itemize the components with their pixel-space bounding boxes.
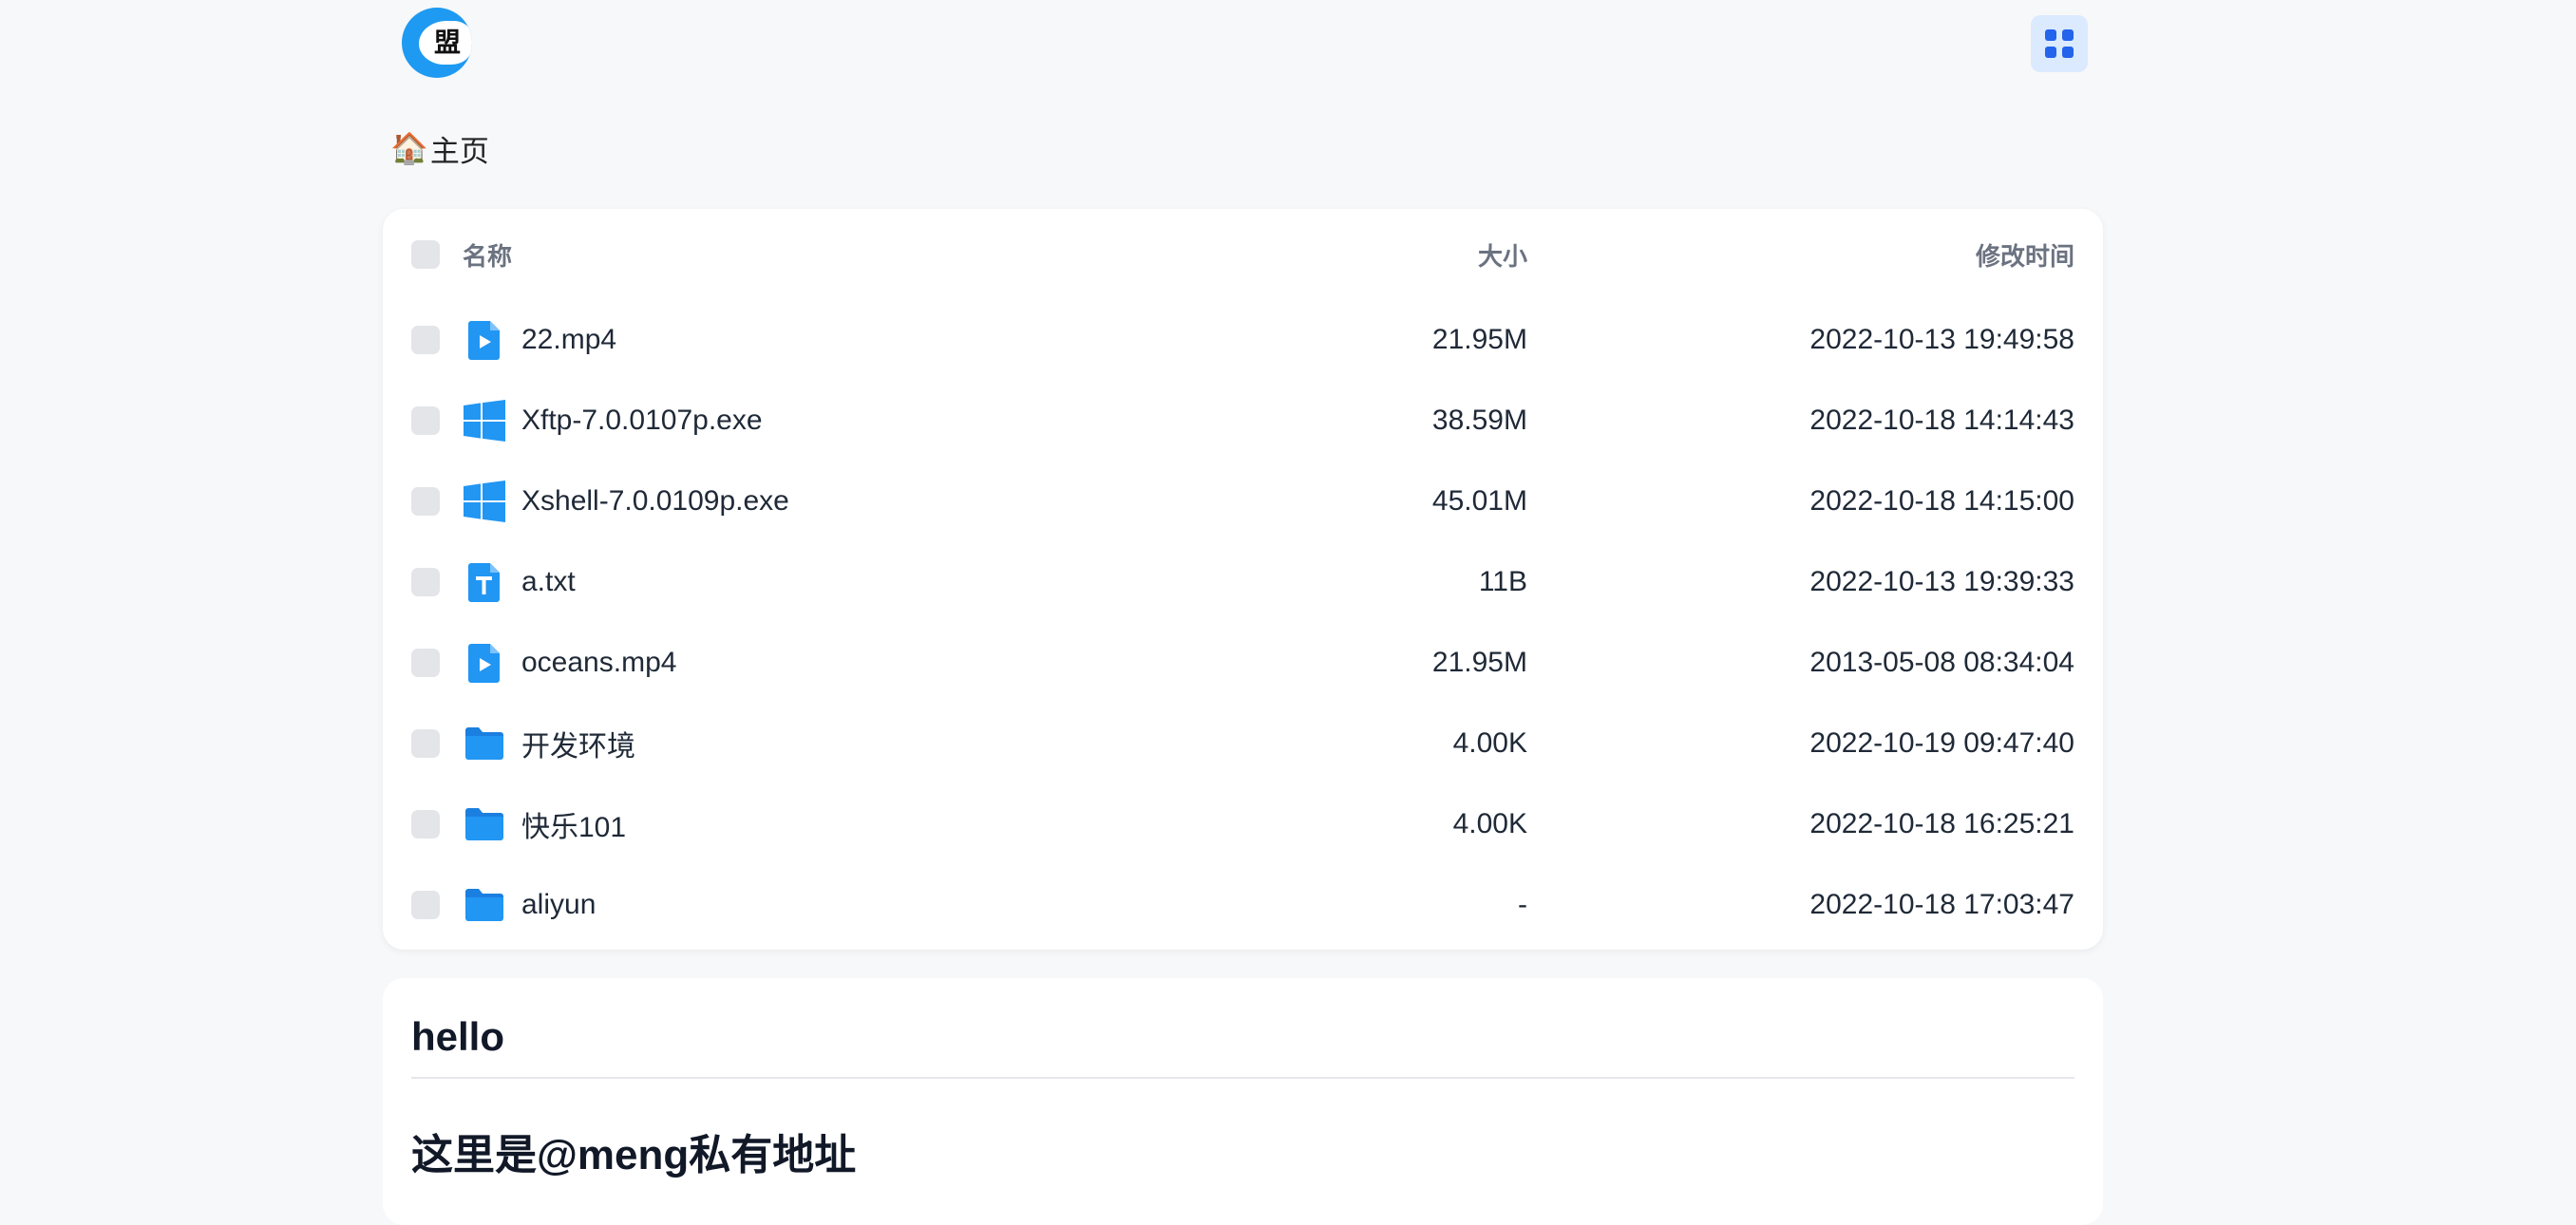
- readme-panel: hello 这里是@meng私有地址: [383, 978, 2103, 1225]
- file-name[interactable]: a.txt: [521, 566, 576, 598]
- file-name[interactable]: Xshell-7.0.0109p.exe: [521, 485, 789, 518]
- table-row[interactable]: aliyun - 2022-10-18 17:03:47: [383, 865, 2103, 945]
- header-size[interactable]: 大小: [1478, 237, 1527, 273]
- table-row[interactable]: Xshell-7.0.0109p.exe 45.01M 2022-10-18 14:…: [383, 462, 2103, 541]
- home-icon: 🏠: [390, 131, 428, 165]
- site-logo[interactable]: 盟: [402, 8, 472, 78]
- header-name[interactable]: 名称: [463, 237, 512, 273]
- file-size: 21.95M: [1431, 647, 1527, 678]
- readme-heading: hello: [411, 1014, 505, 1059]
- windows-exe-icon: [463, 480, 506, 523]
- file-modified: 2022-10-18 16:25:21: [1809, 808, 2074, 839]
- file-name[interactable]: 开发环境: [521, 723, 635, 764]
- file-name-cell[interactable]: 开发环境: [463, 722, 635, 765]
- row-checkbox[interactable]: [411, 568, 440, 596]
- table-row[interactable]: Xftp-7.0.0107p.exe 38.59M 2022-10-18 14:14…: [383, 381, 2103, 461]
- file-name-cell[interactable]: 22.mp4: [463, 318, 616, 362]
- file-modified: 2022-10-18 14:14:43: [1809, 405, 2074, 436]
- folder-icon: [463, 883, 506, 927]
- file-modified: 2022-10-18 17:03:47: [1809, 889, 2074, 920]
- table-row[interactable]: 快乐101 4.00K 2022-10-18 16:25:21: [383, 784, 2103, 864]
- row-checkbox[interactable]: [411, 649, 440, 677]
- header-modified[interactable]: 修改时间: [1976, 237, 2074, 273]
- table-row[interactable]: 22.mp4 21.95M 2022-10-13 19:49:58: [383, 300, 2103, 380]
- file-modified: 2013-05-08 08:34:04: [1809, 647, 2074, 678]
- table-row[interactable]: a.txt 11B 2022-10-13 19:39:33: [383, 542, 2103, 622]
- file-modified: 2022-10-13 19:39:33: [1809, 566, 2074, 597]
- file-name[interactable]: 快乐101: [521, 803, 626, 845]
- file-modified: 2022-10-13 19:49:58: [1809, 324, 2074, 355]
- text-file-icon: [463, 560, 506, 604]
- folder-icon: [463, 802, 506, 846]
- file-name[interactable]: oceans.mp4: [521, 647, 676, 679]
- row-checkbox[interactable]: [411, 487, 440, 516]
- select-all-checkbox[interactable]: [411, 240, 440, 269]
- table-row[interactable]: 开发环境 4.00K 2022-10-19 09:47:40: [383, 704, 2103, 783]
- file-name-cell[interactable]: a.txt: [463, 560, 576, 604]
- file-size: 45.01M: [1431, 485, 1527, 517]
- layout-toggle-button[interactable]: [2031, 15, 2088, 72]
- row-checkbox[interactable]: [411, 326, 440, 354]
- page: 盟 🏠 主页 名称 大小 修改时间 22.mp4 21.95M 2022-10-13…: [383, 0, 2103, 1225]
- file-size: -: [1518, 889, 1527, 920]
- logo-text: 盟: [434, 28, 462, 57]
- file-name-cell[interactable]: aliyun: [463, 883, 596, 927]
- file-size: 38.59M: [1431, 405, 1527, 436]
- file-size: 21.95M: [1431, 324, 1527, 355]
- file-name[interactable]: aliyun: [521, 889, 596, 921]
- readme-subheading: 这里是@meng私有地址: [411, 1132, 857, 1178]
- file-size: 4.00K: [1452, 727, 1527, 759]
- readme-divider: [411, 1077, 2074, 1079]
- file-name[interactable]: 22.mp4: [521, 324, 616, 356]
- video-file-icon: [463, 318, 506, 362]
- file-modified: 2022-10-18 14:15:00: [1809, 485, 2074, 517]
- file-size: 11B: [1478, 566, 1527, 597]
- file-modified: 2022-10-19 09:47:40: [1809, 727, 2074, 759]
- breadcrumb-home-link[interactable]: 主页: [430, 127, 489, 170]
- file-name-cell[interactable]: 快乐101: [463, 802, 626, 846]
- row-checkbox[interactable]: [411, 406, 440, 435]
- breadcrumb: 🏠 主页: [390, 127, 489, 170]
- folder-icon: [463, 722, 506, 765]
- row-checkbox[interactable]: [411, 729, 440, 758]
- file-name-cell[interactable]: Xftp-7.0.0107p.exe: [463, 399, 763, 443]
- windows-exe-icon: [463, 399, 506, 443]
- table-header: 名称 大小 修改时间: [383, 217, 2103, 292]
- row-checkbox[interactable]: [411, 810, 440, 839]
- file-name[interactable]: Xftp-7.0.0107p.exe: [521, 405, 763, 437]
- row-checkbox[interactable]: [411, 891, 440, 919]
- table-row[interactable]: oceans.mp4 21.95M 2013-05-08 08:34:04: [383, 623, 2103, 703]
- video-file-icon: [463, 641, 506, 685]
- file-size: 4.00K: [1452, 808, 1527, 839]
- file-list-panel: 名称 大小 修改时间 22.mp4 21.95M 2022-10-13 19:49:…: [383, 209, 2103, 950]
- grid-view-icon: [2045, 29, 2074, 58]
- file-name-cell[interactable]: oceans.mp4: [463, 641, 676, 685]
- file-name-cell[interactable]: Xshell-7.0.0109p.exe: [463, 480, 789, 523]
